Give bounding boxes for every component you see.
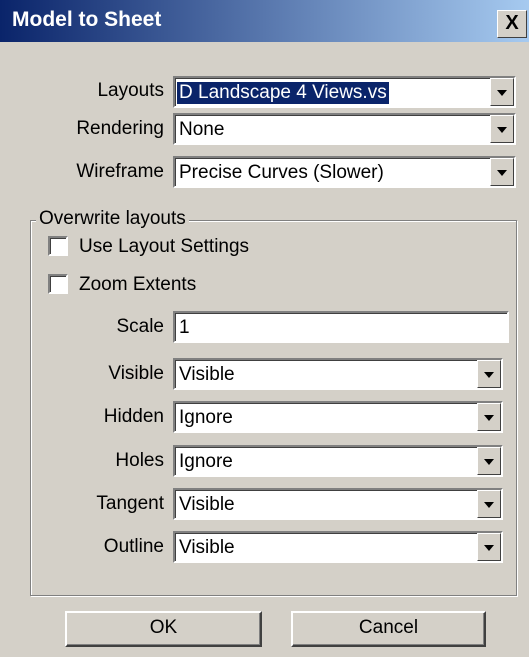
layouts-select[interactable]: D Landscape 4 Views.vs xyxy=(173,76,516,108)
layouts-label: Layouts xyxy=(97,80,164,101)
wireframe-value: Precise Curves (Slower) xyxy=(179,162,384,183)
wireframe-label: Wireframe xyxy=(76,161,164,182)
chevron-down-icon[interactable] xyxy=(477,533,501,561)
title-bar: Model to Sheet X xyxy=(0,0,529,42)
chevron-down-icon[interactable] xyxy=(477,403,501,431)
chevron-down-icon[interactable] xyxy=(477,447,501,475)
use-layout-settings-label[interactable]: Use Layout Settings xyxy=(79,236,249,258)
hidden-select[interactable]: Ignore xyxy=(173,401,503,433)
rendering-label: Rendering xyxy=(76,118,164,139)
rendering-value: None xyxy=(179,119,225,140)
model-to-sheet-dialog: Model to Sheet X Layouts D Landscape 4 V… xyxy=(0,0,529,657)
scale-label: Scale xyxy=(116,316,164,337)
outline-label: Outline xyxy=(103,536,164,557)
hidden-label: Hidden xyxy=(103,406,164,427)
chevron-down-icon[interactable] xyxy=(490,115,514,143)
visible-label: Visible xyxy=(108,363,164,384)
zoom-extents-checkbox[interactable] xyxy=(48,274,68,294)
chevron-down-icon[interactable] xyxy=(477,490,501,518)
close-button[interactable]: X xyxy=(497,10,527,38)
tangent-select[interactable]: Visible xyxy=(173,488,503,520)
visible-select[interactable]: Visible xyxy=(173,358,503,390)
rendering-select[interactable]: None xyxy=(173,113,516,145)
chevron-down-icon[interactable] xyxy=(490,78,514,106)
chevron-down-icon[interactable] xyxy=(477,360,501,388)
chevron-down-icon[interactable] xyxy=(490,158,514,186)
scale-value: 1 xyxy=(179,317,190,338)
holes-value: Ignore xyxy=(179,451,233,472)
holes-select[interactable]: Ignore xyxy=(173,445,503,477)
overwrite-layouts-legend: Overwrite layouts xyxy=(36,208,189,230)
scale-input[interactable]: 1 xyxy=(173,311,509,343)
layouts-value: D Landscape 4 Views.vs xyxy=(177,82,389,104)
tangent-value: Visible xyxy=(179,494,235,515)
outline-value: Visible xyxy=(179,537,235,558)
dialog-title: Model to Sheet xyxy=(12,8,162,31)
wireframe-select[interactable]: Precise Curves (Slower) xyxy=(173,156,516,188)
ok-button[interactable]: OK xyxy=(65,611,262,647)
tangent-label: Tangent xyxy=(96,493,164,514)
cancel-button[interactable]: Cancel xyxy=(291,611,486,647)
outline-select[interactable]: Visible xyxy=(173,531,503,563)
use-layout-settings-checkbox[interactable] xyxy=(48,236,68,256)
zoom-extents-label[interactable]: Zoom Extents xyxy=(79,274,196,296)
hidden-value: Ignore xyxy=(179,407,233,428)
holes-label: Holes xyxy=(115,450,164,471)
visible-value: Visible xyxy=(179,364,235,385)
